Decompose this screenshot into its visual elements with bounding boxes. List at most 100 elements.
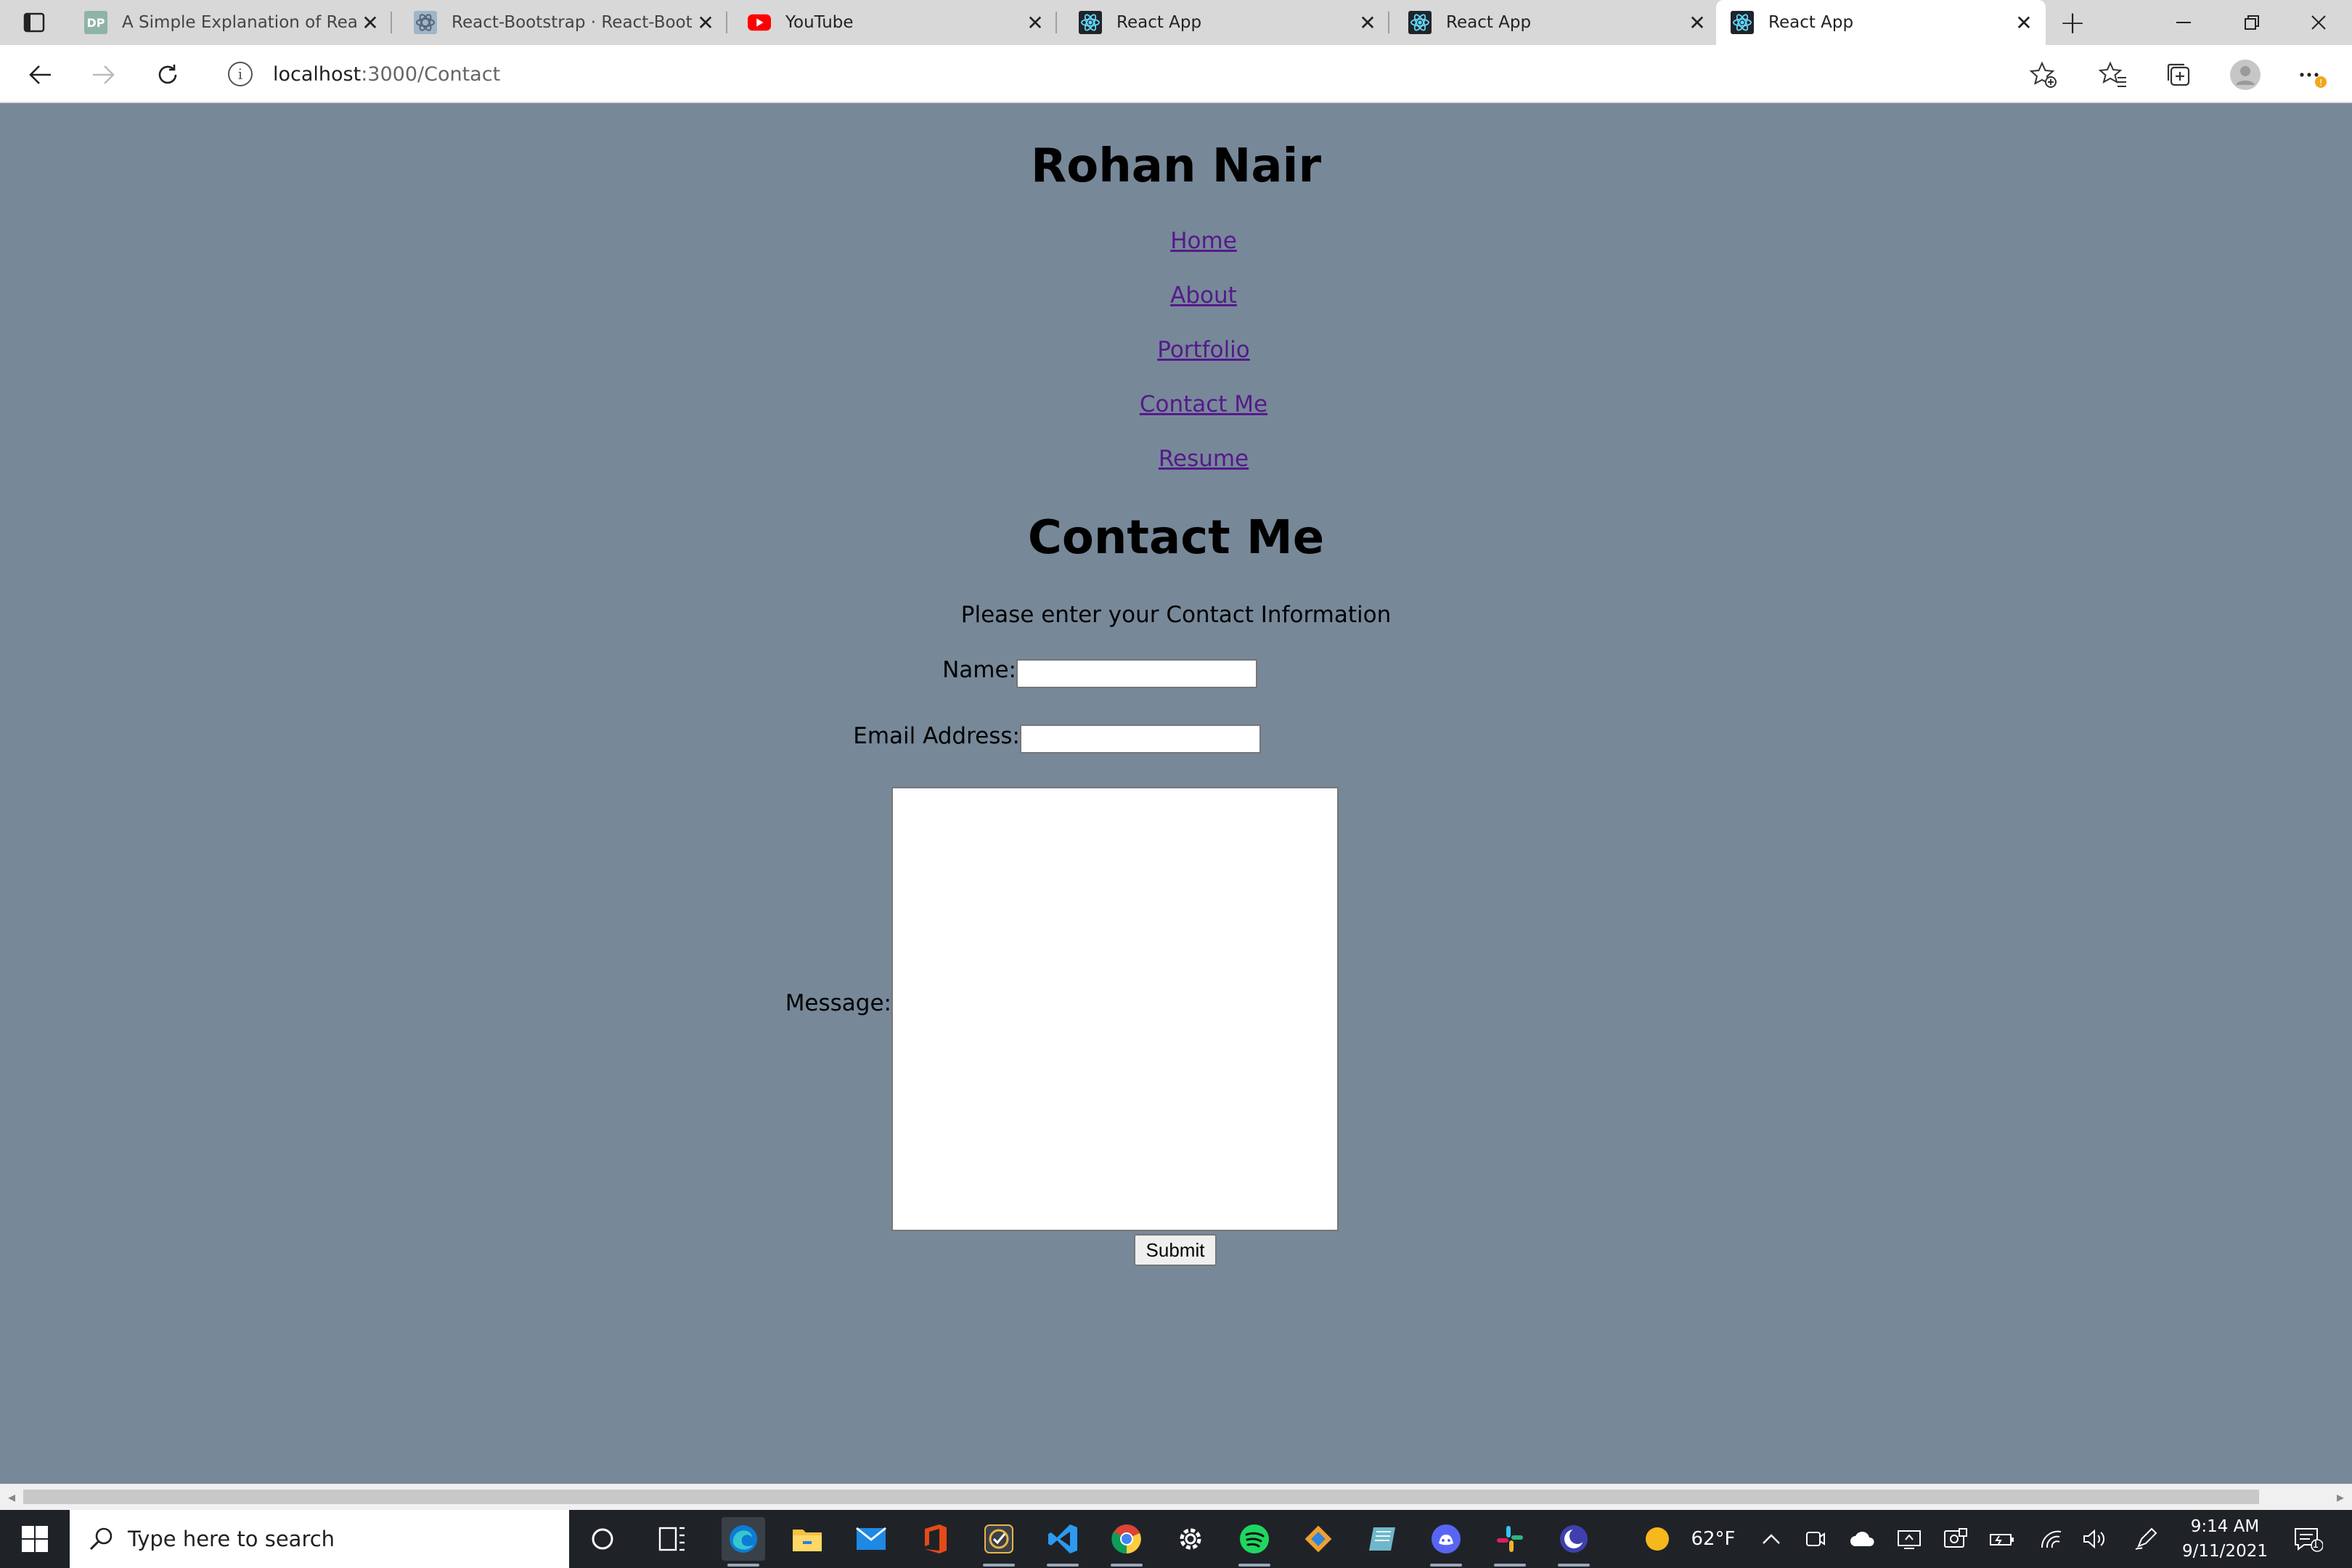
spotify-icon — [1240, 1524, 1269, 1553]
start-button[interactable] — [0, 1510, 70, 1568]
discord-app[interactable] — [1424, 1517, 1468, 1567]
cortana-button[interactable] — [581, 1517, 624, 1561]
tab-actions-button[interactable] — [17, 7, 51, 38]
close-icon[interactable]: ✕ — [1684, 9, 1710, 36]
clock-date: 9/11/2021 — [2182, 1542, 2268, 1561]
search-placeholder: Type here to search — [128, 1527, 335, 1551]
tab-title: A Simple Explanation of React — [122, 13, 357, 32]
mail-app[interactable] — [849, 1517, 893, 1561]
gear-icon — [1180, 1528, 1201, 1550]
volume-icon[interactable] — [2078, 1510, 2110, 1568]
meet-now-icon[interactable] — [1799, 1510, 1831, 1568]
scroll-right-icon[interactable]: ▸ — [2329, 1484, 2352, 1510]
pen-icon[interactable] — [2130, 1510, 2162, 1568]
email-input[interactable] — [1020, 724, 1261, 754]
forward-button[interactable] — [86, 57, 122, 93]
moon-browser-icon — [1560, 1525, 1588, 1553]
info-icon[interactable]: i — [228, 62, 253, 86]
star-add-icon — [2029, 61, 2057, 88]
tab-react-app-1[interactable]: React App ✕ — [1064, 0, 1389, 45]
notifications-button[interactable]: 1 — [2287, 1510, 2330, 1568]
spotify-app[interactable] — [1233, 1517, 1276, 1567]
notes-app[interactable] — [1360, 1517, 1404, 1561]
scroll-left-icon[interactable]: ◂ — [0, 1484, 23, 1510]
new-tab-button[interactable]: + — [2054, 4, 2091, 41]
file-explorer-app[interactable] — [785, 1517, 829, 1561]
tab-react-explanation[interactable]: DP A Simple Explanation of React ✕ — [70, 0, 392, 45]
nav-link-contact[interactable]: Contact Me — [0, 391, 2352, 417]
todo-app[interactable] — [977, 1517, 1021, 1567]
display-icon[interactable] — [1893, 1510, 1925, 1568]
weather-temp[interactable]: 62°F — [1684, 1510, 1742, 1568]
settings-app[interactable] — [1169, 1517, 1212, 1561]
task-view-button[interactable] — [650, 1517, 694, 1561]
close-window-button[interactable] — [2285, 0, 2352, 45]
windows-logo-icon — [22, 1526, 48, 1552]
tab-title: React App — [1116, 13, 1202, 32]
restore-icon — [2245, 15, 2259, 30]
tab-youtube[interactable]: YouTube ✕ — [733, 0, 1057, 45]
collections-button[interactable] — [2160, 57, 2197, 93]
clock-time: 9:14 AM — [2190, 1517, 2260, 1536]
tab-title: React-Bootstrap · React-Bootst — [452, 13, 693, 32]
add-favorite-button[interactable] — [2025, 57, 2062, 93]
chrome-app[interactable] — [1105, 1517, 1148, 1567]
message-label: Message: — [785, 990, 891, 1016]
scrollbar-thumb[interactable] — [23, 1490, 2259, 1504]
taskbar-clock[interactable]: 9:14 AM 9/11/2021 — [2171, 1514, 2279, 1564]
nav-link-about[interactable]: About — [0, 282, 2352, 309]
chevron-up-icon[interactable] — [1755, 1510, 1787, 1568]
react-favicon-icon — [1731, 11, 1754, 34]
address-bar[interactable]: i localhost:3000/Contact — [211, 52, 2073, 96]
vscode-app[interactable] — [1041, 1517, 1085, 1567]
office-icon — [925, 1524, 947, 1553]
tab-react-bootstrap[interactable]: React-Bootstrap · React-Bootst ✕ — [399, 0, 727, 45]
weather-icon[interactable] — [1641, 1510, 1674, 1568]
battery-icon[interactable] — [1986, 1510, 2018, 1568]
taskbar-search[interactable]: Type here to search — [70, 1510, 569, 1568]
settings-menu-button[interactable]: ! — [2294, 57, 2330, 93]
restore-button[interactable] — [2218, 0, 2285, 45]
profile-button[interactable] — [2227, 57, 2263, 93]
close-icon[interactable]: ✕ — [357, 9, 383, 36]
url-text[interactable]: localhost:3000/Contact — [273, 63, 500, 86]
close-icon[interactable]: ✕ — [1355, 9, 1381, 36]
plus-icon: + — [2059, 4, 2086, 41]
close-icon[interactable]: ✕ — [693, 9, 719, 36]
todo-icon — [984, 1524, 1013, 1553]
onedrive-icon[interactable] — [1847, 1510, 1879, 1568]
device-icon[interactable] — [1940, 1510, 1972, 1568]
svg-text:!: ! — [2319, 78, 2323, 88]
url-host: localhost — [273, 62, 362, 86]
refresh-button[interactable] — [150, 57, 186, 93]
horizontal-scrollbar[interactable]: ◂ ▸ — [0, 1484, 2352, 1510]
nav-link-resume[interactable]: Resume — [0, 446, 2352, 472]
wifi-icon[interactable] — [2035, 1510, 2067, 1568]
notes-icon — [1369, 1527, 1395, 1551]
back-button[interactable] — [22, 57, 58, 93]
tab-react-app-2[interactable]: React App ✕ — [1394, 0, 1719, 45]
contact-heading: Contact Me — [1027, 511, 1325, 565]
git-tool-app[interactable] — [1297, 1517, 1340, 1561]
edge-app[interactable] — [722, 1517, 765, 1567]
close-icon[interactable]: ✕ — [1022, 9, 1048, 36]
nav-link-portfolio[interactable]: Portfolio — [0, 337, 2352, 363]
edge-icon — [730, 1525, 757, 1553]
submit-button[interactable]: Submit — [1134, 1234, 1217, 1266]
tab-react-app-active[interactable]: React App ✕ — [1716, 0, 2046, 45]
close-icon[interactable]: ✕ — [2011, 9, 2037, 36]
name-input[interactable] — [1016, 659, 1257, 688]
message-textarea[interactable] — [891, 787, 1339, 1231]
favorites-button[interactable] — [2095, 57, 2131, 93]
cortana-icon — [592, 1528, 613, 1550]
nav-link-home[interactable]: Home — [0, 228, 2352, 254]
minimize-button[interactable] — [2150, 0, 2217, 45]
arrow-right-icon — [93, 65, 115, 84]
task-view-icon — [658, 1527, 685, 1551]
office-app[interactable] — [913, 1517, 957, 1561]
slack-app[interactable] — [1488, 1517, 1532, 1567]
tab-separator — [391, 12, 392, 33]
browser-app[interactable] — [1552, 1517, 1596, 1567]
name-label: Name: — [942, 657, 1016, 683]
tab-strip: DP A Simple Explanation of React ✕ React… — [0, 0, 2352, 45]
